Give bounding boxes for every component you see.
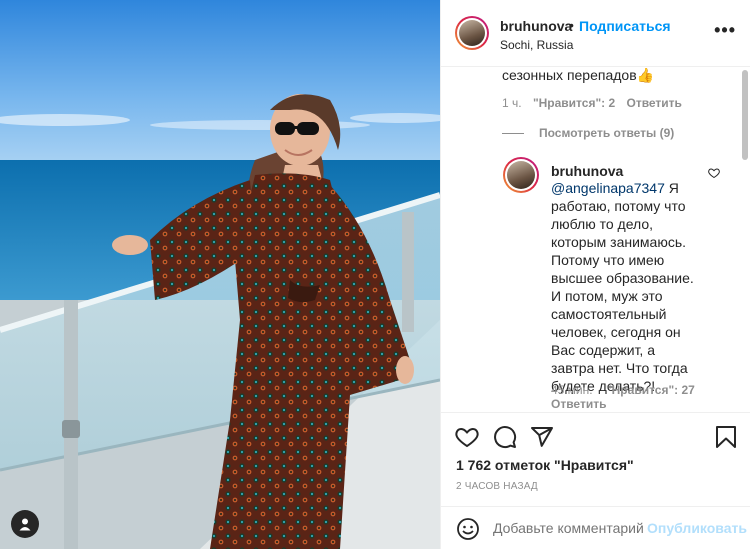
post-photo[interactable] <box>0 0 440 549</box>
comment-reply-button[interactable]: Ответить <box>626 96 681 110</box>
user-tag-icon <box>19 518 31 531</box>
publish-button[interactable]: Опубликовать <box>647 520 747 536</box>
reply-reply-button[interactable]: Ответить <box>551 397 606 411</box>
comment-meta: 1 ч. "Нравится": 2 Ответить <box>502 96 690 110</box>
comment-input[interactable] <box>493 520 643 536</box>
reply-body-text: Я работаю, потому что люблю то дело, кот… <box>551 180 694 394</box>
comments-list: сезонных перепадов👍 1 ч. "Нравится": 2 О… <box>441 67 737 412</box>
likes-count[interactable]: 1 762 отметок "Нравится" <box>456 457 634 473</box>
replies-divider <box>502 132 524 134</box>
comments-scrollbar[interactable] <box>742 70 748 160</box>
reply-meta: 45 мин. "Нравится": 27 Ответить <box>551 383 711 411</box>
view-replies-button[interactable]: Посмотреть ответы (9) <box>502 126 674 140</box>
reply-username[interactable]: bruhunova <box>551 163 623 179</box>
author-username[interactable]: bruhunova <box>500 18 572 34</box>
post-header: bruhunova • Подписаться Sochi, Russia ••… <box>441 0 750 67</box>
reply-mention[interactable]: @angelinapa7347 <box>551 180 665 196</box>
share-icon[interactable] <box>530 425 554 449</box>
bookmark-icon[interactable] <box>715 425 737 449</box>
comment-icon[interactable] <box>493 425 517 449</box>
view-replies-label: Посмотреть ответы (9) <box>539 126 675 140</box>
post-location[interactable]: Sochi, Russia <box>500 38 573 52</box>
reply-avatar[interactable] <box>503 157 539 193</box>
reply-likes[interactable]: "Нравится": 27 <box>606 383 695 397</box>
more-options-icon[interactable]: ••• <box>714 20 736 41</box>
reply-time[interactable]: 45 мин. <box>551 383 593 397</box>
follow-button[interactable]: Подписаться <box>579 18 671 34</box>
user-tag-button[interactable] <box>11 510 39 538</box>
reply-text: @angelinapa7347 Я работаю, потому что лю… <box>551 179 699 395</box>
comment-text: сезонных перепадов👍 <box>502 67 655 83</box>
comment-time[interactable]: 1 ч. <box>502 96 522 110</box>
author-avatar[interactable] <box>455 16 489 50</box>
add-comment-row: Опубликовать <box>441 506 750 551</box>
emoji-icon[interactable] <box>456 517 480 541</box>
instagram-post-modal: bruhunova • Подписаться Sochi, Russia ••… <box>0 0 750 549</box>
post-time[interactable]: 2 ЧАСОВ НАЗАД <box>456 481 538 492</box>
heart-icon[interactable] <box>455 425 479 449</box>
post-side-panel: bruhunova • Подписаться Sochi, Russia ••… <box>440 0 750 549</box>
post-actions: 1 762 отметок "Нравится" 2 ЧАСОВ НАЗАД О… <box>441 412 750 550</box>
photo-illustration <box>0 0 440 549</box>
comment-likes[interactable]: "Нравится": 2 <box>533 96 615 110</box>
separator-dot: • <box>569 17 574 33</box>
comment-heart-icon[interactable] <box>708 167 720 179</box>
